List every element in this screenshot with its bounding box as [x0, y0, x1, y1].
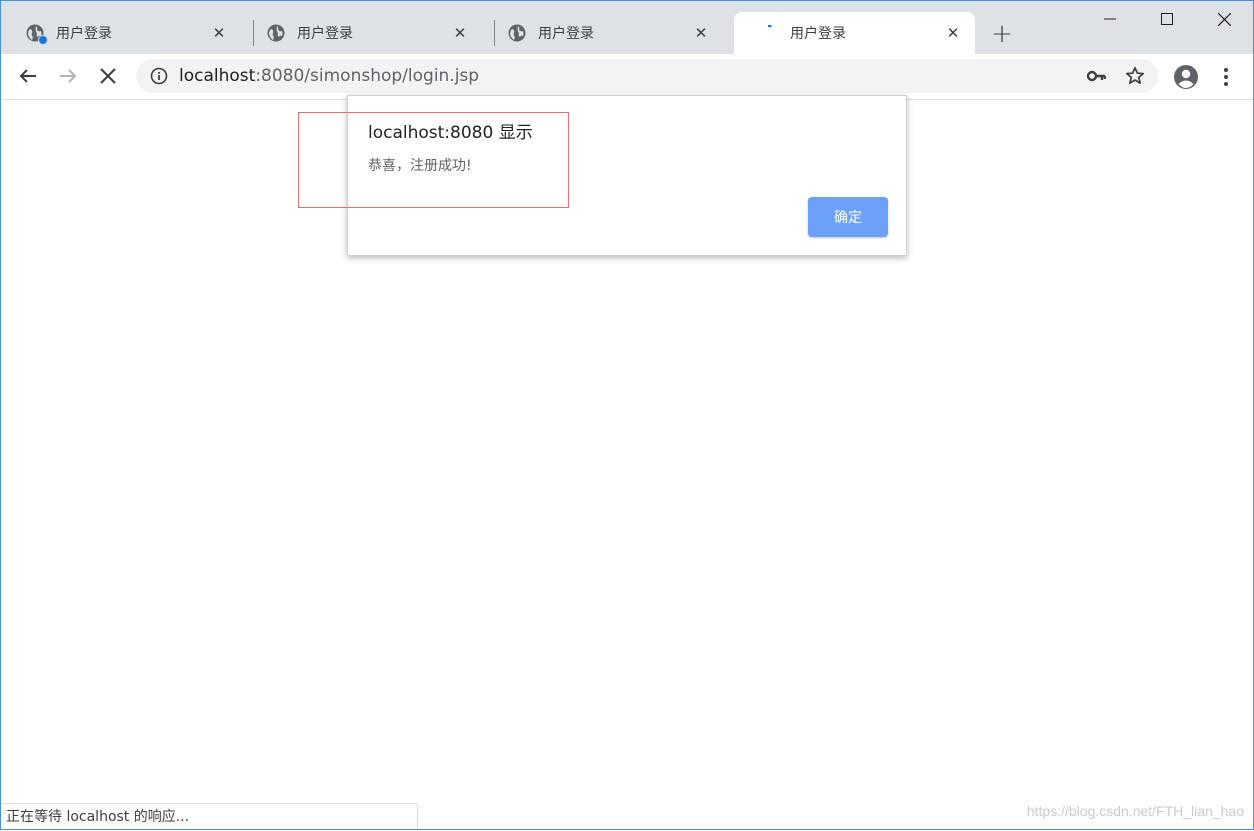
alert-dialog: localhost:8080 显示 恭喜，注册成功! 确定	[347, 95, 907, 256]
tab-strip: 用户登录 ✕ 用户登录 ✕ 用户登录 ✕ 用户登录 ✕ +	[0, 0, 1254, 54]
close-icon	[100, 68, 116, 84]
tab-title: 用户登录	[297, 26, 353, 42]
star-icon[interactable]	[1125, 66, 1145, 86]
tab-4-active[interactable]: 用户登录 ✕	[734, 12, 975, 54]
new-tab-button[interactable]: +	[988, 19, 1016, 49]
tab-title: 用户登录	[56, 26, 112, 42]
account-icon[interactable]	[1173, 64, 1199, 90]
minimize-button[interactable]	[1082, 0, 1138, 38]
globe-icon	[508, 24, 526, 42]
dialog-title: localhost:8080 显示	[368, 123, 533, 143]
close-icon[interactable]: ✕	[691, 23, 711, 43]
maximize-icon	[1161, 13, 1173, 25]
url-host: localhost	[179, 66, 256, 86]
spinner-icon	[760, 24, 778, 42]
arrow-right-icon	[60, 69, 77, 83]
tab-title: 用户登录	[538, 26, 594, 42]
forward-button[interactable]	[52, 60, 84, 92]
status-bubble: 正在等待 localhost 的响应...	[0, 803, 418, 830]
url-text: localhost:8080/simonshop/login.jsp	[179, 59, 479, 93]
maximize-button[interactable]	[1139, 0, 1195, 38]
tab-2[interactable]: 用户登录 ✕	[241, 12, 482, 54]
ok-button[interactable]: 确定	[808, 197, 888, 237]
globe-icon	[26, 24, 48, 45]
url-path: :8080/simonshop/login.jsp	[255, 66, 480, 86]
back-button[interactable]	[12, 60, 44, 92]
info-icon[interactable]	[150, 67, 168, 85]
tab-title: 用户登录	[790, 26, 846, 42]
tab-3[interactable]: 用户登录 ✕	[482, 12, 723, 54]
watermark: https://blog.csdn.net/FTH_lian_hao	[1026, 803, 1244, 819]
close-icon[interactable]: ✕	[209, 23, 229, 43]
window-close-button[interactable]	[1196, 0, 1252, 38]
stop-button[interactable]	[92, 60, 124, 92]
tab-1[interactable]: 用户登录 ✕	[0, 12, 241, 54]
notification-dot	[38, 35, 48, 45]
kebab-menu-icon[interactable]	[1216, 66, 1236, 88]
arrow-left-icon	[19, 69, 36, 83]
minimize-icon	[1104, 18, 1116, 20]
close-icon[interactable]: ✕	[450, 23, 470, 43]
close-icon[interactable]: ✕	[943, 23, 963, 43]
close-icon	[1217, 12, 1231, 26]
toolbar: localhost:8080/simonshop/login.jsp	[0, 54, 1254, 100]
address-bar[interactable]: localhost:8080/simonshop/login.jsp	[136, 59, 1158, 93]
globe-icon	[267, 24, 285, 42]
key-icon[interactable]	[1086, 67, 1106, 85]
dialog-message: 恭喜，注册成功!	[368, 158, 472, 174]
